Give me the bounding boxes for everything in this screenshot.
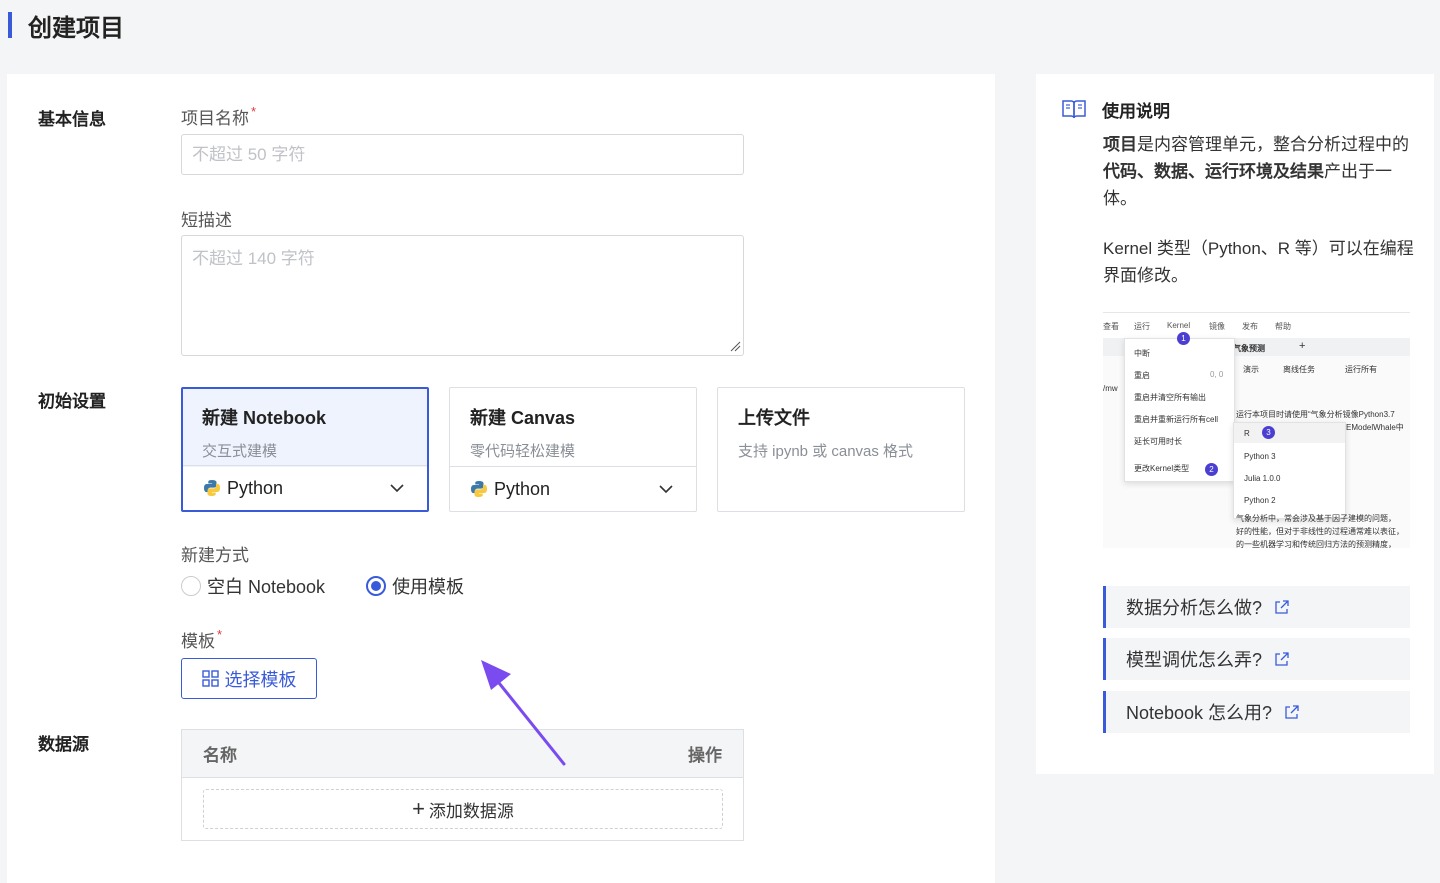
- option-subtitle: 支持 ipynb 或 canvas 格式: [738, 443, 914, 460]
- help-link-data-analysis[interactable]: 数据分析怎么做?: [1103, 586, 1410, 628]
- create-mode-label: 新建方式: [181, 546, 249, 565]
- radio-label: 空白 Notebook: [207, 577, 326, 597]
- option-new-notebook[interactable]: 新建 Notebook 交互式建模 Python: [181, 387, 429, 512]
- step-badge-1: 1: [1177, 332, 1190, 345]
- kernel-select[interactable]: Python: [450, 466, 696, 511]
- kernel-label: Python: [494, 478, 551, 499]
- external-link-icon: [1275, 599, 1289, 614]
- radio-blank-notebook[interactable]: 空白 Notebook: [181, 573, 325, 599]
- short-desc-label: 短描述: [181, 211, 232, 230]
- option-subtitle: 交互式建模: [202, 443, 278, 460]
- option-new-canvas[interactable]: 新建 Canvas 零代码轻松建模 Python: [449, 387, 697, 512]
- plus-icon: +: [412, 796, 425, 821]
- table-header: 名称 操作: [182, 730, 743, 778]
- option-title: 新建 Notebook: [202, 408, 326, 428]
- chevron-down-icon: [659, 485, 673, 494]
- help-link-label: 模型调优怎么弄?: [1126, 650, 1263, 670]
- help-paragraph-2: Kernel 类型（Python、R 等）可以在编程界面修改。: [1103, 239, 1414, 285]
- template-label: 模板 *: [181, 627, 223, 651]
- help-title: 使用说明: [1062, 97, 1170, 122]
- external-link-icon: [1285, 704, 1299, 719]
- help-link-label: Notebook 怎么用?: [1126, 703, 1273, 723]
- project-name-label: 项目名称 *: [181, 104, 257, 128]
- grid-icon: [201, 670, 219, 687]
- help-link-label: 数据分析怎么做?: [1126, 598, 1263, 618]
- add-datasource-label: 添加数据源: [428, 801, 514, 821]
- option-title: 新建 Canvas: [470, 408, 576, 428]
- help-link-model-tuning[interactable]: 模型调优怎么弄?: [1103, 638, 1410, 680]
- python-icon: [471, 481, 487, 497]
- kernel-label: Python: [227, 477, 284, 498]
- screenshot-kernel-menu: 中断 重启 0, 0 重启并清空所有输出 重启并重新运行所有cell 延长可用时…: [1124, 338, 1235, 482]
- section-datasource: 数据源: [38, 735, 89, 754]
- add-datasource-button[interactable]: + 添加数据源: [203, 789, 723, 829]
- required-mark: *: [217, 627, 223, 642]
- resize-grip-icon[interactable]: [730, 341, 741, 352]
- radio-circle[interactable]: [181, 576, 201, 596]
- help-panel: 使用说明 项目是内容管理单元，整合分析过程中的代码、数据、运行环境及结果产出于一…: [1036, 74, 1434, 774]
- datasource-table: 名称 操作 + 添加数据源: [181, 729, 744, 841]
- help-link-notebook-usage[interactable]: Notebook 怎么用?: [1103, 691, 1410, 733]
- radio-circle-selected[interactable]: [366, 576, 387, 596]
- annotation-arrow-icon: [481, 660, 566, 766]
- option-subtitle: 零代码轻松建模: [470, 443, 576, 460]
- help-paragraph-1: 项目是内容管理单元，整合分析过程中的代码、数据、运行环境及结果产出于一体。: [1103, 135, 1409, 208]
- radio-use-template[interactable]: 使用模板: [366, 573, 464, 599]
- title-accent-bar: [8, 12, 12, 38]
- book-icon: [1062, 100, 1086, 119]
- column-name-header: 名称: [203, 746, 237, 765]
- screenshot-menubar: 查看 运行 Kernel 镜像 发布 帮助: [1103, 312, 1410, 338]
- page-title: 创建项目: [28, 15, 124, 42]
- required-mark: *: [251, 104, 257, 119]
- step-badge-2: 2: [1205, 463, 1218, 476]
- select-template-label: 选择模板: [224, 669, 297, 690]
- python-icon: [204, 480, 220, 496]
- create-project-form: 基本信息 项目名称* 短描述 初始设置 新建 Notebook 交互式建模 Py…: [7, 74, 995, 883]
- help-title-text: 使用说明: [1102, 102, 1170, 121]
- create-mode-radio-group: 空白 Notebook 使用模板: [181, 573, 464, 599]
- screenshot-kernel-submenu: R Python 3 Julia 1.0.0 Python 2: [1233, 422, 1346, 519]
- chevron-down-icon: [390, 484, 404, 493]
- kernel-menu-screenshot: 查看 运行 Kernel 镜像 发布 帮助 气象预测 + /mw 演示 离线任务…: [1103, 312, 1410, 548]
- project-name-input[interactable]: [181, 134, 744, 175]
- external-link-icon: [1275, 651, 1289, 666]
- section-initial-settings: 初始设置: [38, 392, 106, 411]
- kernel-select[interactable]: Python: [183, 465, 427, 510]
- option-title: 上传文件: [738, 408, 810, 428]
- radio-label: 使用模板: [392, 577, 465, 597]
- step-badge-3: 3: [1262, 426, 1275, 439]
- short-desc-textarea[interactable]: [181, 235, 744, 356]
- section-basic-info: 基本信息: [38, 110, 106, 129]
- column-action-header: 操作: [688, 746, 722, 765]
- page-header: 创建项目: [0, 0, 1440, 52]
- select-template-button[interactable]: 选择模板: [181, 658, 317, 699]
- option-upload-file[interactable]: 上传文件 支持 ipynb 或 canvas 格式: [717, 387, 965, 512]
